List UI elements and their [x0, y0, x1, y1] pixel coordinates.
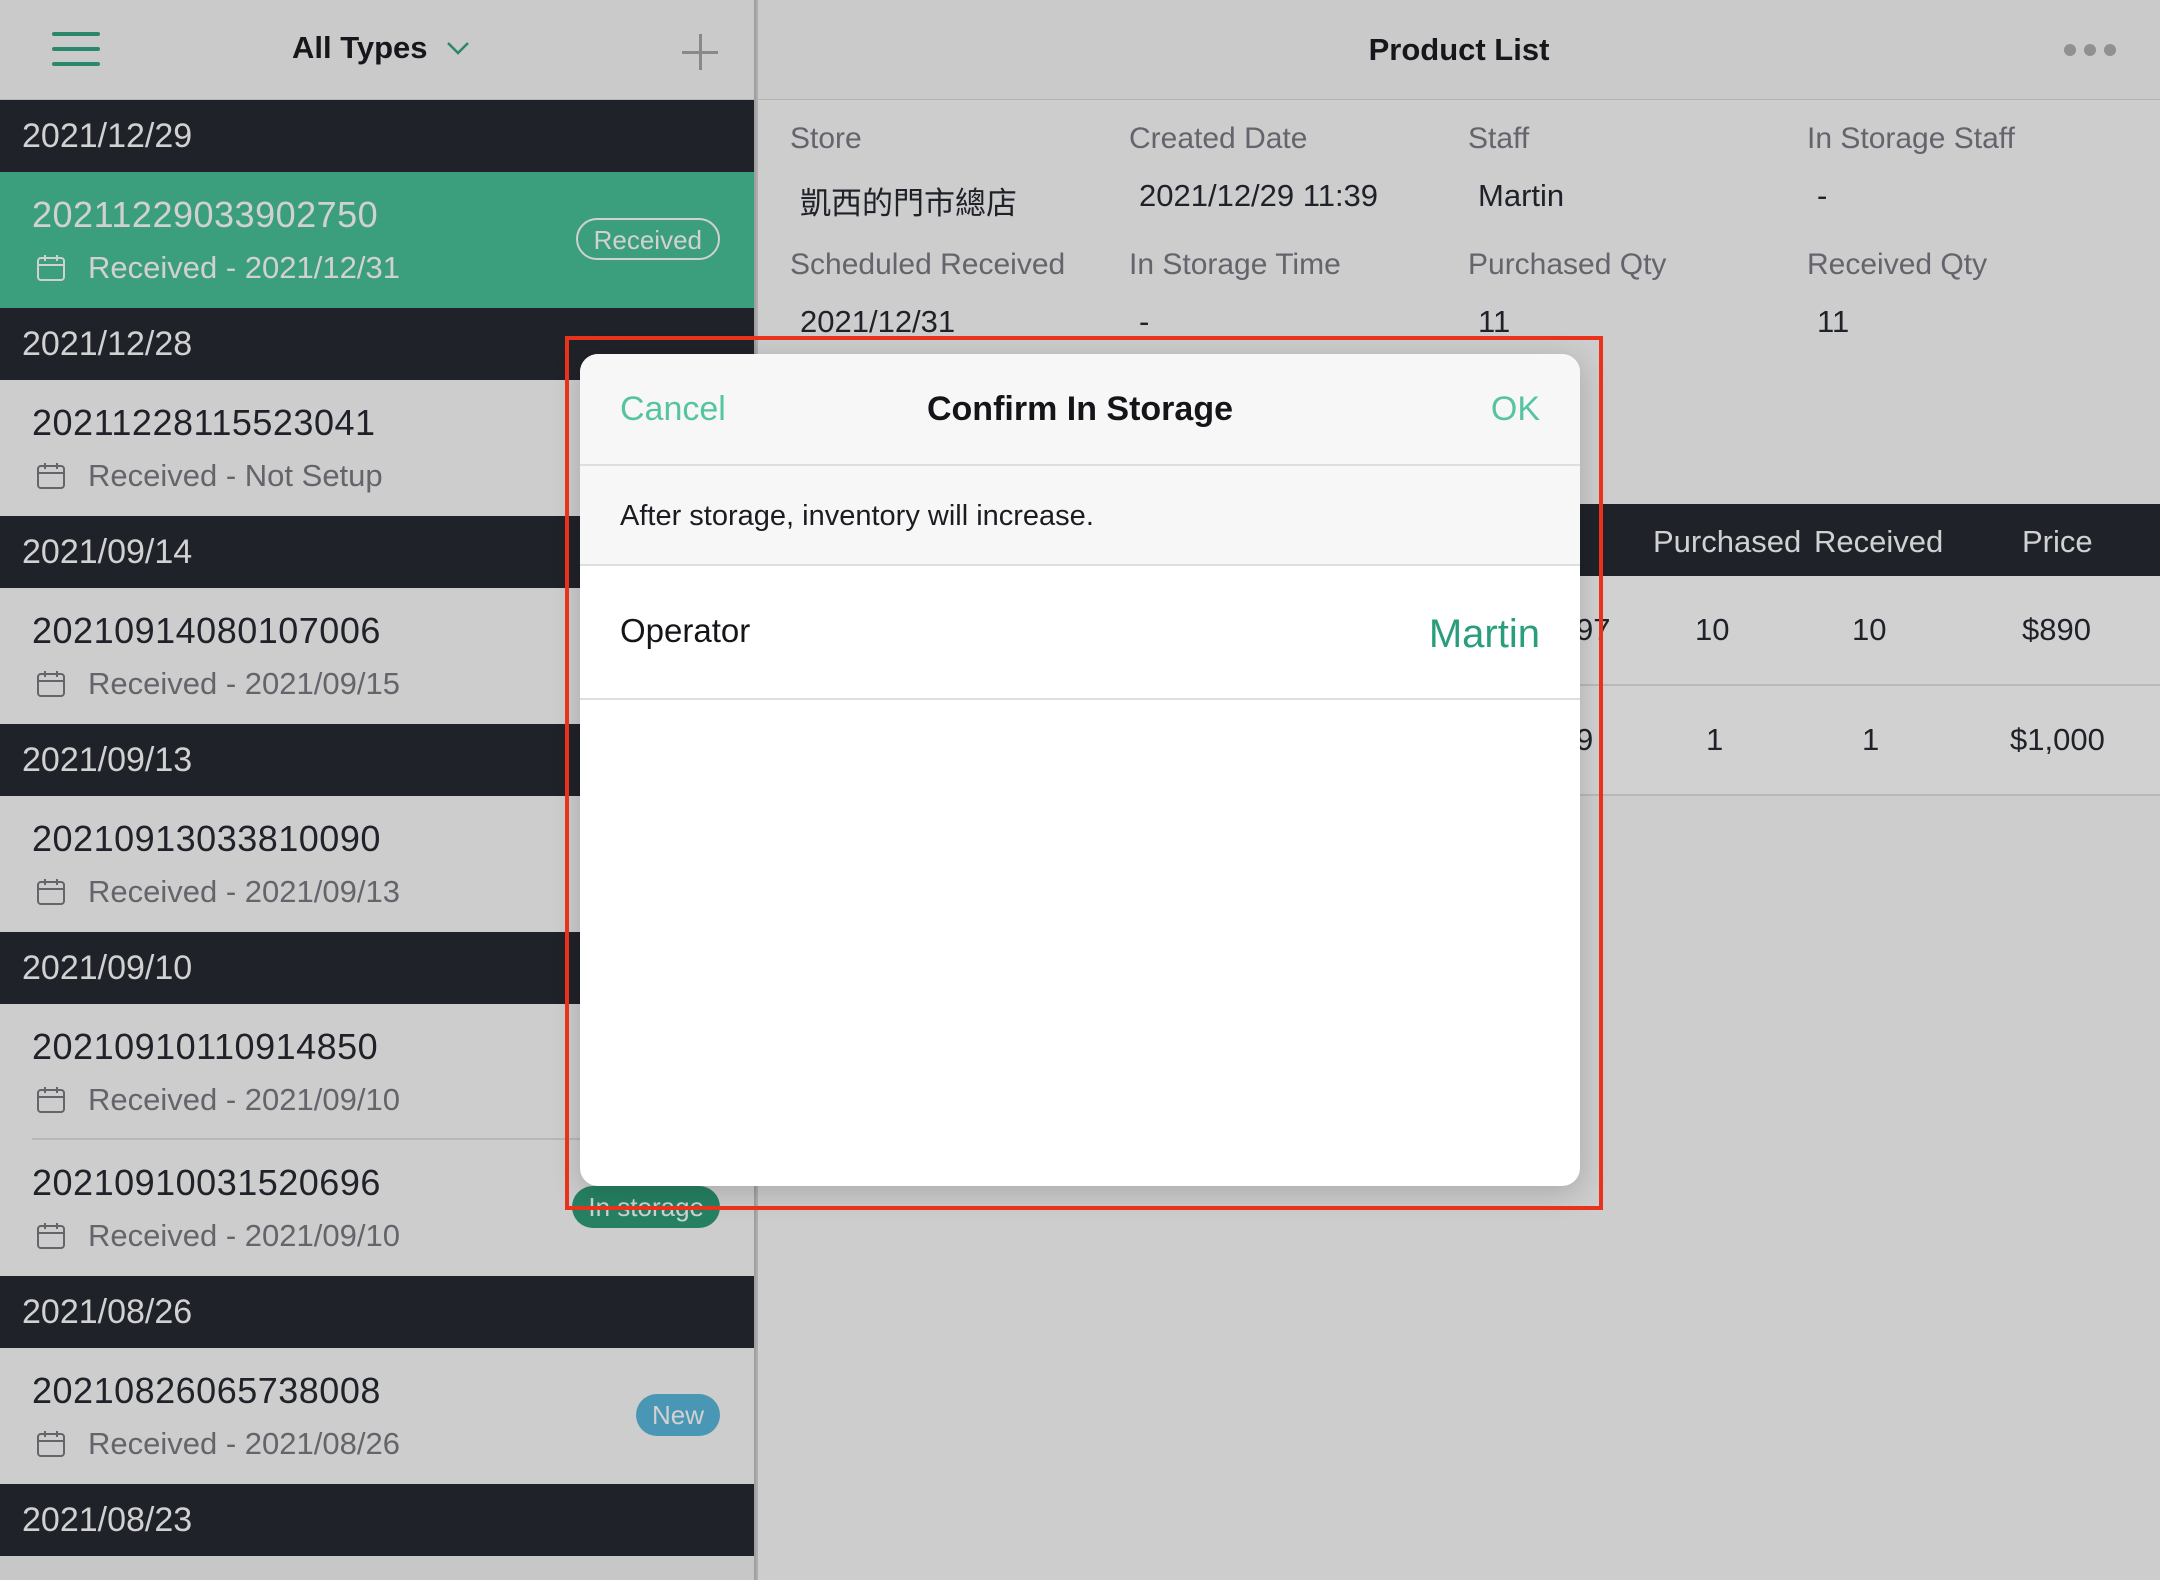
dialog-header: Cancel Confirm In Storage OK — [580, 354, 1580, 466]
operator-label: Operator — [620, 612, 751, 649]
confirm-in-storage-dialog: Cancel Confirm In Storage OK After stora… — [580, 354, 1580, 1186]
dialog-note: After storage, inventory will increase. — [580, 466, 1580, 566]
ok-button[interactable]: OK — [1491, 390, 1540, 429]
operator-row[interactable]: Operator Martin — [580, 566, 1580, 700]
dialog-title: Confirm In Storage — [926, 390, 1234, 428]
operator-value[interactable]: Martin — [1429, 612, 1540, 657]
